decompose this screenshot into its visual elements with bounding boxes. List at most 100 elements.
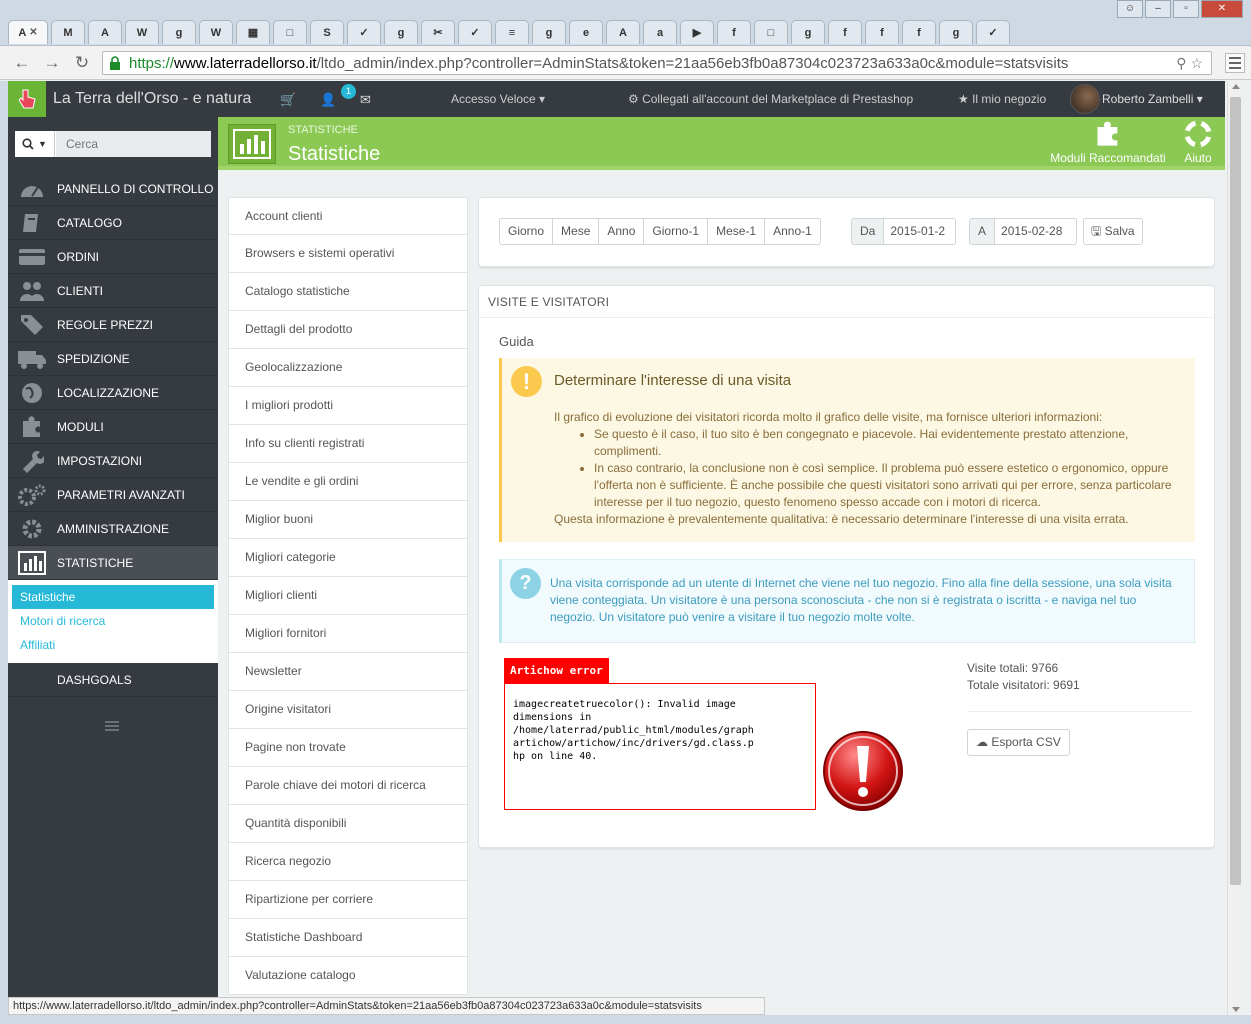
period-button[interactable]: Giorno-1 [644, 218, 709, 245]
forward-arrow-icon[interactable]: → [42, 53, 62, 73]
period-button[interactable]: Anno [599, 218, 645, 245]
browser-tab[interactable]: g [791, 20, 825, 44]
marketplace-link[interactable]: ⚙ Collegati all'account del Marketplace … [628, 92, 913, 106]
report-link[interactable]: Newsletter [228, 653, 468, 691]
close-window-button[interactable]: ✕ [1201, 0, 1243, 18]
scroll-down-icon[interactable] [1232, 1007, 1240, 1012]
period-button[interactable]: Giorno [499, 218, 554, 245]
sidebar-item-catalog[interactable]: CATALOGO [8, 206, 218, 240]
close-tab-icon[interactable]: ✕ [29, 27, 37, 38]
sidebar-item-dashboard[interactable]: PANNELLO DI CONTROLLO [8, 172, 218, 206]
bookmark-star-icon[interactable]: ⚲ ☆ [1176, 55, 1203, 72]
period-button[interactable]: Mese-1 [708, 218, 766, 245]
scroll-up-icon[interactable] [1232, 84, 1240, 89]
period-button[interactable]: Mese [553, 218, 600, 245]
search-input[interactable] [56, 131, 211, 157]
browser-tab[interactable]: W [199, 20, 233, 44]
browser-tab[interactable]: g [939, 20, 973, 44]
search-icon[interactable]: ▼ [15, 131, 55, 157]
browser-tab[interactable]: A [88, 20, 122, 44]
browser-tab[interactable]: ✓ [458, 20, 492, 44]
browser-tab[interactable]: □ [273, 20, 307, 44]
sidebar-item-administration[interactable]: AMMINISTRAZIONE [8, 512, 218, 546]
sidebar-item-advanced-parameters[interactable]: PARAMETRI AVANZATI [8, 478, 218, 512]
report-link[interactable]: Migliori clienti [228, 577, 468, 615]
browser-tab[interactable]: ✓ [976, 20, 1010, 44]
report-link[interactable]: Le vendite e gli ordini [228, 463, 468, 501]
browser-tab[interactable]: f [828, 20, 862, 44]
report-link[interactable]: Ripartizione per corriere [228, 881, 468, 919]
report-link[interactable]: Valutazione catalogo [228, 957, 468, 995]
sidebar-subitem-search-engines[interactable]: Motori di ricerca [12, 609, 214, 633]
reload-icon[interactable]: ↻ [72, 53, 92, 73]
my-shop-link[interactable]: ★ Il mio negozio [958, 92, 1046, 106]
page-scrollbar[interactable] [1227, 81, 1243, 1015]
sidebar-item-customers[interactable]: CLIENTI [8, 274, 218, 308]
sidebar-item-localization[interactable]: LOCALIZZAZIONE [8, 376, 218, 410]
report-link[interactable]: Miglior buoni [228, 501, 468, 539]
report-link[interactable]: Statistiche Dashboard [228, 919, 468, 957]
browser-tab[interactable]: ≡ [495, 20, 529, 44]
browser-tab[interactable]: a [643, 20, 677, 44]
report-link[interactable]: Migliori categorie [228, 539, 468, 577]
browser-tab[interactable]: g [532, 20, 566, 44]
sidebar-item-modules[interactable]: MODULI [8, 410, 218, 444]
browser-tab[interactable]: f [902, 20, 936, 44]
browser-tab[interactable]: f [717, 20, 751, 44]
avatar[interactable] [1070, 84, 1100, 114]
browser-tab[interactable]: W [125, 20, 159, 44]
chrome-menu-icon[interactable] [1225, 53, 1245, 73]
report-link[interactable]: Ricerca negozio [228, 843, 468, 881]
menu-collapse-icon[interactable] [105, 721, 119, 733]
sidebar-item-preferences[interactable]: IMPOSTAZIONI [8, 444, 218, 478]
customer-icon[interactable]: 👤 [320, 92, 336, 108]
browser-tab[interactable]: ✓ [347, 20, 381, 44]
browser-tab[interactable]: M [51, 20, 85, 44]
sidebar-subitem-statistics[interactable]: Statistiche [12, 585, 214, 609]
prestashop-logo-icon[interactable] [8, 81, 46, 117]
browser-tab[interactable]: g [384, 20, 418, 44]
maximize-button[interactable]: ▫ [1173, 0, 1199, 18]
quick-access-dropdown[interactable]: Accesso Veloce ▾ [451, 92, 545, 106]
report-link[interactable]: Browsers e sistemi operativi [228, 235, 468, 273]
sidebar-item-dashgoals[interactable]: DASHGOALS [8, 663, 218, 697]
report-link[interactable]: Pagine non trovate [228, 729, 468, 767]
report-link[interactable]: Origine visitatori [228, 691, 468, 729]
sidebar-item-price-rules[interactable]: REGOLE PREZZI [8, 308, 218, 342]
sidebar-item-stats[interactable]: STATISTICHE [8, 546, 218, 580]
help-button[interactable]: Aiuto [1178, 120, 1218, 165]
recommended-modules-button[interactable]: Moduli Raccomandati [1046, 120, 1170, 165]
save-button[interactable]: 🖫 Salva [1083, 218, 1143, 245]
shop-name-link[interactable]: La Terra dell'Orso - e natura [53, 90, 251, 108]
report-link[interactable]: I migliori prodotti [228, 387, 468, 425]
message-icon[interactable]: ✉ [360, 92, 371, 108]
report-link[interactable]: Info su clienti registrati [228, 425, 468, 463]
browser-tab[interactable]: S [310, 20, 344, 44]
browser-tab[interactable]: □ [754, 20, 788, 44]
browser-tab[interactable]: ▦ [236, 20, 270, 44]
report-link[interactable]: Dettagli del prodotto [228, 311, 468, 349]
cart-icon[interactable]: 🛒 [280, 92, 296, 108]
address-bar[interactable]: https://www.laterradellorso.it/ltdo_admi… [102, 51, 1212, 75]
date-to-input[interactable]: 2015-02-28 [995, 218, 1078, 245]
period-button[interactable]: Anno-1 [765, 218, 821, 245]
browser-tab[interactable]: g [162, 20, 196, 44]
date-from-input[interactable]: 2015-01-2 [884, 218, 957, 245]
report-link[interactable]: Catalogo statistiche [228, 273, 468, 311]
report-link[interactable]: Geolocalizzazione [228, 349, 468, 387]
report-link[interactable]: Account clienti [228, 197, 468, 235]
user-menu-dropdown[interactable]: Roberto Zambelli ▾ [1102, 92, 1203, 106]
browser-tab[interactable]: ✂ [421, 20, 455, 44]
export-csv-button[interactable]: ☁ Esporta CSV [967, 729, 1070, 756]
user-icon[interactable]: ☺ [1117, 0, 1143, 18]
back-arrow-icon[interactable]: ← [12, 53, 32, 73]
report-link[interactable]: Quantità disponibili [228, 805, 468, 843]
browser-tab[interactable]: f [865, 20, 899, 44]
browser-tab[interactable]: A [606, 20, 640, 44]
minimize-button[interactable]: – [1145, 0, 1171, 18]
sidebar-subitem-affiliates[interactable]: Affiliati [12, 633, 214, 657]
browser-tab[interactable]: ▶ [680, 20, 714, 44]
scrollbar-thumb[interactable] [1230, 97, 1241, 885]
sidebar-item-orders[interactable]: ORDINI [8, 240, 218, 274]
browser-tab[interactable]: e [569, 20, 603, 44]
